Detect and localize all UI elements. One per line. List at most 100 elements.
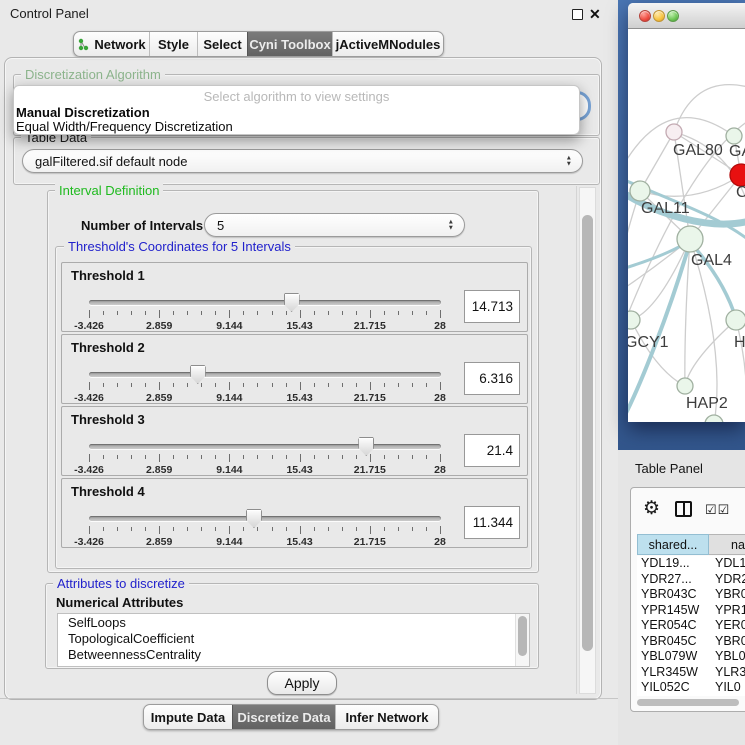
tab-infer-network[interactable]: Infer Network — [335, 705, 438, 729]
network-node[interactable] — [726, 310, 745, 330]
threshold-label: Threshold 4 — [71, 484, 145, 499]
network-node[interactable] — [666, 124, 682, 140]
network-node[interactable] — [630, 181, 650, 201]
network-edge[interactable] — [685, 320, 736, 386]
tick-label: 2.859 — [146, 392, 172, 404]
slider-track[interactable] — [89, 444, 441, 449]
number-of-intervals-combobox[interactable]: 5 ▲ ▼ — [204, 213, 465, 237]
threshold-value-field[interactable]: 14.713 — [464, 290, 520, 323]
network-edge[interactable] — [674, 85, 745, 132]
table-cell: YBL079W — [637, 649, 709, 665]
popup-option-manual-discretization[interactable]: Manual Discretization — [16, 105, 150, 120]
tick-label: 15.43 — [286, 536, 312, 548]
table-hscrollbar-thumb[interactable] — [637, 699, 739, 706]
network-graph: GAL80GACGAL11GAL4GCY1HHAP2 — [628, 29, 745, 422]
tab-cyni-toolbox[interactable]: Cyni Toolbox — [247, 32, 332, 56]
table-row[interactable]: YDR27...YDR2 — [637, 572, 745, 588]
network-node[interactable] — [705, 415, 723, 422]
table-row[interactable]: YBR043CYBR0 — [637, 587, 745, 603]
network-edge[interactable] — [631, 320, 685, 386]
table-row[interactable]: YPR145WYPR1 — [637, 603, 745, 619]
numerical-attributes-list: SelfLoopsTopologicalCoefficientBetweenne… — [57, 613, 530, 667]
close-traffic-light[interactable] — [639, 10, 651, 22]
network-node[interactable] — [726, 128, 742, 144]
close-icon[interactable]: ✕ — [589, 7, 601, 21]
popup-option-equal-width-frequency[interactable]: Equal Width/Frequency Discretization — [16, 119, 233, 134]
table-panel-title: Table Panel — [635, 461, 703, 476]
table-hscrollbar[interactable] — [635, 698, 745, 707]
float-window-icon[interactable] — [572, 9, 583, 20]
zoom-traffic-light[interactable] — [667, 10, 679, 22]
tab-impute-data[interactable]: Impute Data — [144, 705, 232, 729]
tick-mark — [300, 310, 301, 318]
slider-track[interactable] — [89, 300, 441, 305]
attribute-list-item[interactable]: TopologicalCoefficient — [58, 631, 515, 647]
table-row[interactable]: YDL19...YDL1 — [637, 556, 745, 572]
tab-discretize-data[interactable]: Discretize Data — [232, 705, 335, 729]
table-row[interactable]: YIL052CYIL0 — [637, 680, 745, 696]
tick-mark — [412, 527, 413, 531]
threshold-value-field[interactable]: 6.316 — [464, 362, 520, 395]
table-cell: YDL19... — [637, 556, 709, 572]
tick-mark — [300, 454, 301, 462]
threshold-value-field[interactable]: 21.4 — [464, 434, 520, 467]
tick-mark — [286, 455, 287, 459]
table-data-selected-value: galFiltered.sif default node — [35, 154, 187, 169]
apply-button[interactable]: Apply — [267, 671, 337, 695]
tab-select[interactable]: Select — [197, 32, 247, 56]
slider-track[interactable] — [89, 372, 441, 377]
tick-mark — [187, 311, 188, 315]
tick-mark — [201, 311, 202, 315]
tick-mark — [201, 527, 202, 531]
table-cell: YPR145W — [637, 603, 709, 619]
table-row[interactable]: YBL079WYBL0 — [637, 649, 745, 665]
minimize-traffic-light[interactable] — [653, 10, 665, 22]
columns-icon[interactable] — [675, 501, 692, 517]
tick-mark — [300, 526, 301, 534]
tick-mark — [412, 311, 413, 315]
network-node[interactable] — [677, 226, 703, 252]
network-node[interactable] — [677, 378, 693, 394]
table-data-combobox[interactable]: galFiltered.sif default node ▲ ▼ — [22, 149, 583, 173]
list-scrollbar-thumb[interactable] — [518, 616, 527, 656]
table-row[interactable]: YBR045CYBR0 — [637, 634, 745, 650]
tick-label: 21.715 — [354, 464, 386, 476]
main-scrollbar-thumb[interactable] — [582, 215, 593, 651]
tick-mark — [103, 311, 104, 315]
column-header-name[interactable]: na — [709, 534, 745, 555]
cyni-mode-tabs: Impute Data Discretize Data Infer Networ… — [143, 704, 439, 730]
attribute-list-item[interactable]: SelfLoops — [58, 615, 515, 631]
network-canvas[interactable]: GAL80GACGAL11GAL4GCY1HHAP2 — [628, 29, 745, 422]
table-cell: YER054C — [637, 618, 709, 634]
network-node[interactable] — [730, 164, 745, 186]
tab-network[interactable]: Network — [74, 32, 149, 56]
column-header-shared[interactable]: shared... — [637, 534, 709, 555]
table-row[interactable]: YER054CYER0 — [637, 618, 745, 634]
tick-mark — [215, 383, 216, 387]
attribute-list-item[interactable]: BetweennessCentrality — [58, 647, 515, 663]
tick-mark — [342, 311, 343, 315]
network-window-titlebar[interactable] — [628, 3, 745, 29]
table-cell: YBL0 — [709, 649, 745, 665]
interval-definition-group-title: Interval Definition — [55, 183, 163, 198]
network-edge[interactable] — [631, 239, 690, 320]
checkbox-icons[interactable]: ☑☑ — [705, 502, 730, 518]
table-row[interactable]: YLR345WYLR3 — [637, 665, 745, 681]
tick-mark — [173, 311, 174, 315]
network-node-label: C — [736, 184, 745, 201]
threshold-4-panel: Threshold 4 -3.4262.8599.14415.4321.7152… — [61, 478, 528, 548]
network-node[interactable] — [628, 311, 640, 329]
list-scrollbar[interactable] — [515, 614, 529, 666]
tick-mark — [257, 311, 258, 315]
slider-track[interactable] — [89, 516, 441, 521]
threshold-value-field[interactable]: 11.344 — [464, 506, 520, 539]
tick-mark — [412, 383, 413, 387]
tick-mark — [370, 382, 371, 390]
tab-style[interactable]: Style — [149, 32, 197, 56]
tick-label: 9.144 — [216, 392, 242, 404]
gear-icon[interactable]: ⚙ — [643, 499, 660, 518]
slider-tick-labels: -3.4262.8599.14415.4321.71528 — [62, 392, 527, 404]
tick-mark — [173, 455, 174, 459]
main-scrollbar[interactable] — [579, 187, 596, 694]
tab-jactivemnodules[interactable]: jActiveMNodules — [332, 32, 443, 56]
